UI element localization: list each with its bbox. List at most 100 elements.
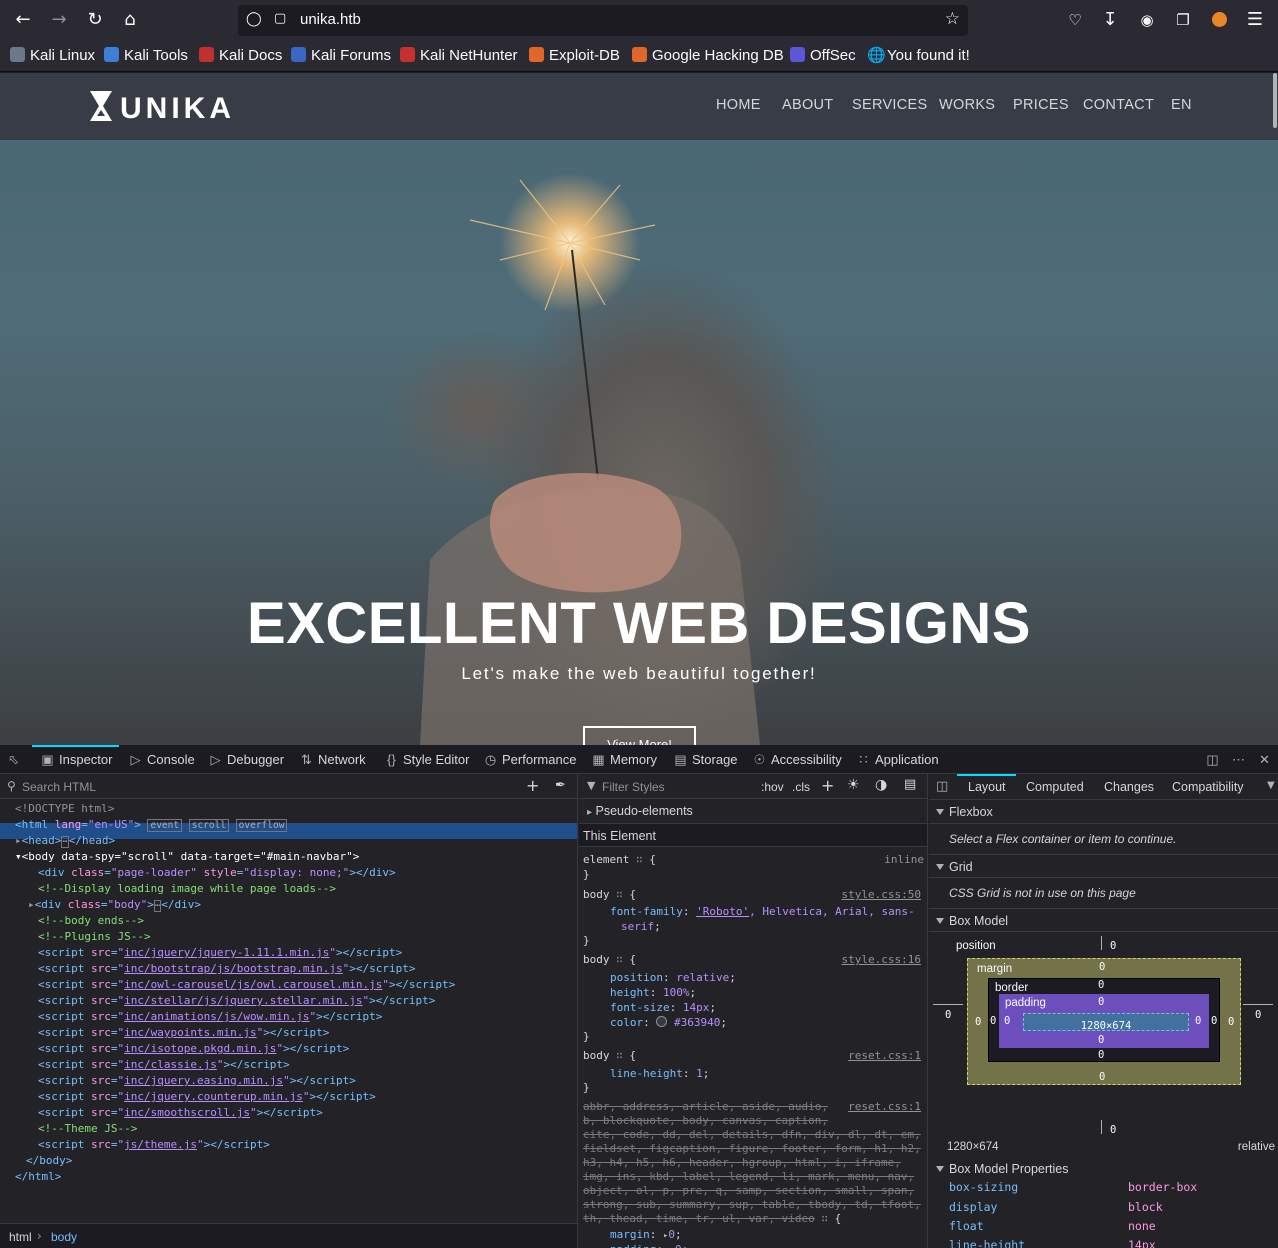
nav-services[interactable]: SERVICES [852, 97, 927, 113]
tab-style-editor[interactable]: {} Style Editor [384, 752, 469, 767]
margin-box[interactable]: margin 0 0 0 0 border 0 0 0 0 padding 0 … [967, 958, 1241, 1085]
padding-left-value[interactable]: 0 [1004, 1015, 1010, 1027]
script-node[interactable]: <script src="inc/bootstrap/js/bootstrap.… [38, 961, 416, 977]
tab-performance[interactable]: ◷ Performance [483, 752, 577, 768]
element-rule[interactable]: element ∷ {inline [583, 852, 924, 867]
tab-inspector[interactable]: ▣ Inspector [40, 752, 112, 768]
prop-line-height-value[interactable]: 14px [1128, 1238, 1156, 1248]
account-icon[interactable]: ◉ [1134, 8, 1160, 32]
script-node[interactable]: <script src="inc/waypoints.min.js"></scr… [38, 1025, 329, 1041]
home-icon[interactable]: ⌂ [117, 8, 143, 32]
body-close-node[interactable]: </body> [26, 1153, 72, 1169]
chevron-down-icon[interactable]: ▼ [1267, 780, 1275, 791]
script-node[interactable]: <script src="js/theme.js"></script> [38, 1137, 270, 1153]
source-link[interactable]: reset.css:1 [848, 1099, 921, 1114]
nav-works[interactable]: WORKS [939, 97, 995, 113]
body-node[interactable]: ▾<body data-spy="scroll" data-target="#m… [15, 849, 359, 865]
tab-layout[interactable]: Layout [968, 780, 1006, 794]
doctype-node[interactable]: <!DOCTYPE html> [15, 801, 114, 817]
shield-icon[interactable]: ◯ [246, 11, 262, 27]
tab-changes[interactable]: Changes [1104, 780, 1154, 794]
event-badge[interactable]: event [147, 819, 183, 832]
tab-computed[interactable]: Computed [1026, 780, 1084, 794]
border-left-value[interactable]: 0 [990, 1015, 996, 1027]
extensions-icon[interactable]: ❐ [1170, 8, 1196, 32]
prop-float-value[interactable]: none [1128, 1219, 1156, 1233]
bookmark-exploit-db[interactable]: Exploit-DB [529, 46, 620, 66]
position-top-value[interactable]: 0 [1110, 940, 1116, 952]
html-close-node[interactable]: </html> [15, 1169, 61, 1185]
body-rule-reset[interactable]: body ∷ {reset.css:1 [583, 1048, 924, 1063]
breadcrumb-body[interactable]: body [51, 1230, 77, 1244]
padding-right-value[interactable]: 0 [1195, 1015, 1201, 1027]
page-loader-node[interactable]: <div class="page-loader" style="display:… [38, 865, 396, 881]
script-node[interactable]: <script src="inc/jquery.easing.min.js"><… [38, 1073, 356, 1089]
source-link[interactable]: style.css:50 [842, 887, 921, 902]
bookmark-kali-tools[interactable]: Kali Tools [104, 46, 188, 66]
url-bar[interactable]: ◯ ▢ unika.htb ☆ [238, 5, 968, 36]
script-node[interactable]: <script src="inc/owl-carousel/js/owl.car… [38, 977, 455, 993]
content-box[interactable]: 1280×674 [1023, 1013, 1189, 1032]
element-picker-icon[interactable]: ⬁ [6, 752, 25, 768]
script-node[interactable]: <script src="inc/jquery.counterup.min.js… [38, 1089, 376, 1105]
eyedropper-icon[interactable]: ✒ [555, 778, 566, 793]
border-box[interactable]: border 0 0 0 0 padding 0 0 0 0 1280×674 [988, 978, 1220, 1062]
border-top-value[interactable]: 0 [1098, 979, 1104, 991]
tab-application[interactable]: ∷ Application [856, 752, 938, 768]
nav-prices[interactable]: PRICES [1013, 97, 1069, 113]
padding-box[interactable]: padding 0 0 0 0 1280×674 [999, 994, 1209, 1048]
overflow-badge[interactable]: overflow [235, 819, 288, 832]
padding-top-value[interactable]: 0 [1098, 996, 1104, 1008]
color-swatch[interactable] [656, 1016, 668, 1027]
view-more-button[interactable]: View More! [583, 726, 696, 745]
download-icon[interactable]: ↧ [1097, 8, 1123, 32]
tab-network[interactable]: ⇅ Network [299, 752, 366, 768]
border-right-value[interactable]: 0 [1211, 1015, 1217, 1027]
forward-arrow-icon[interactable]: → [46, 8, 72, 32]
padding-bottom-value[interactable]: 0 [1098, 1034, 1104, 1046]
script-node[interactable]: <script src="inc/animations/js/wow.min.j… [38, 1009, 382, 1025]
position-right-value[interactable]: 0 [1255, 1009, 1261, 1021]
dock-side-icon[interactable]: ◫ [1205, 752, 1224, 768]
script-node[interactable]: <script src="inc/classie.js"></script> [38, 1057, 290, 1073]
lock-insecure-icon[interactable]: ▢ [274, 11, 286, 26]
bookmark-kali-nethunter[interactable]: Kali NetHunter [400, 46, 518, 66]
box-model-section-toggle[interactable]: Box Model [929, 908, 1278, 932]
bookmark-offsec[interactable]: OffSec [790, 46, 856, 66]
bookmark-kali-forums[interactable]: Kali Forums [291, 46, 391, 66]
bookmark-kali-docs[interactable]: Kali Docs [199, 46, 282, 66]
script-node[interactable]: <script src="inc/smoothscroll.js"></scri… [38, 1105, 323, 1121]
tab-console[interactable]: ▷ Console [128, 752, 195, 768]
body-rule-style50[interactable]: body ∷ {style.css:50 [583, 887, 924, 902]
close-devtools-icon[interactable]: ✕ [1257, 752, 1276, 768]
comment-body-ends-node[interactable]: <!--body ends--> [38, 913, 144, 929]
margin-left-value[interactable]: 0 [975, 1016, 981, 1028]
star-bookmark-icon[interactable]: ☆ [945, 9, 960, 29]
nav-home[interactable]: HOME [716, 97, 761, 113]
tab-compatibility[interactable]: Compatibility [1172, 780, 1244, 794]
head-node[interactable]: ▸<head>⋯</head> [15, 833, 115, 849]
hamburger-menu-icon[interactable]: ☰ [1242, 8, 1268, 32]
nav-about[interactable]: ABOUT [782, 97, 833, 113]
prop-box-sizing-value[interactable]: border-box [1128, 1180, 1197, 1194]
more-options-icon[interactable]: ⋯ [1231, 752, 1250, 768]
breadcrumb-html[interactable]: html [9, 1230, 32, 1244]
extension-fox-icon[interactable] [1206, 8, 1232, 32]
site-logo[interactable]: UNIKA [88, 90, 235, 125]
page-scrollbar[interactable] [1273, 73, 1277, 128]
grid-section-toggle[interactable]: Grid [929, 854, 1278, 878]
reset-rule[interactable]: abbr, address, article, aside, audio, res… [583, 1099, 924, 1114]
bookmark-kali-linux[interactable]: Kali Linux [10, 46, 95, 66]
source-link[interactable]: style.css:16 [842, 952, 921, 967]
tab-storage[interactable]: ▤ Storage [673, 752, 737, 768]
back-arrow-icon[interactable]: ← [10, 8, 36, 32]
url-text[interactable]: unika.htb [300, 11, 361, 28]
source-link[interactable]: reset.css:1 [848, 1048, 921, 1063]
bookmark-google-hacking-db[interactable]: Google Hacking DB [632, 46, 784, 66]
bookmark-you-found-it[interactable]: 🌐You found it! [867, 46, 970, 66]
position-left-value[interactable]: 0 [945, 1009, 951, 1021]
body-rule-style16[interactable]: body ∷ {style.css:16 [583, 952, 924, 967]
border-bottom-value[interactable]: 0 [1098, 1049, 1104, 1061]
nav-contact[interactable]: CONTACT [1083, 97, 1154, 113]
script-node[interactable]: <script src="inc/jquery/jquery-1.11.1.mi… [38, 945, 402, 961]
